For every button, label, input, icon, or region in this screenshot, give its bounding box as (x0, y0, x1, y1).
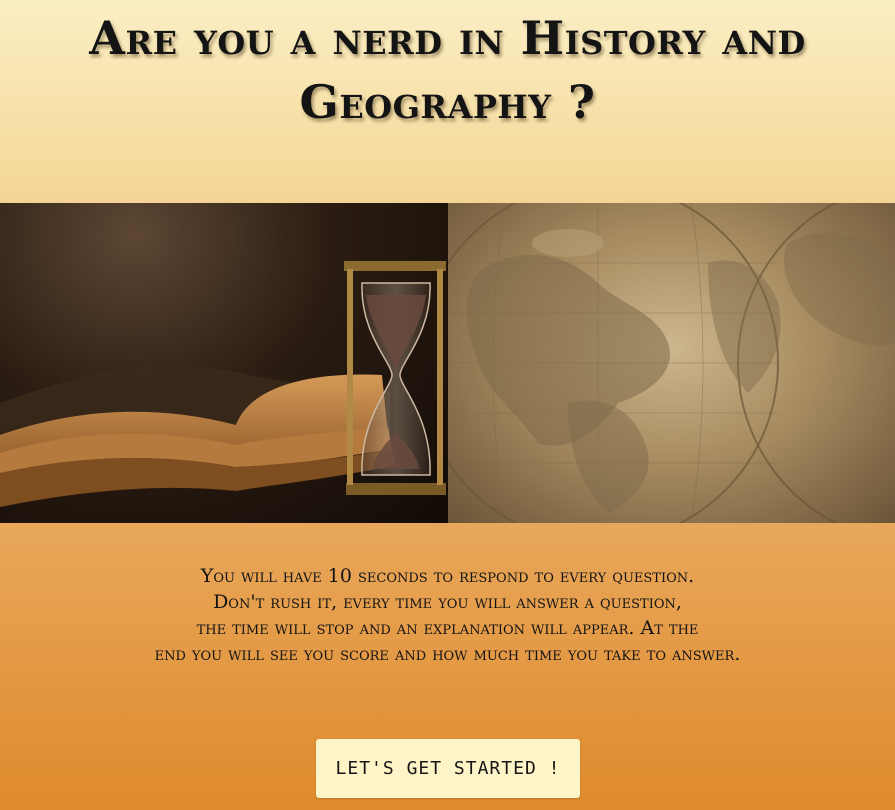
antique-world-map-image (448, 203, 895, 523)
book-and-hourglass-image (0, 203, 448, 523)
start-button[interactable]: LET'S GET STARTED ! (316, 739, 580, 798)
world-map-illustration (448, 203, 895, 523)
intro-line: You will have 10 seconds to respond to e… (200, 565, 695, 587)
intro-text: You will have 10 seconds to respond to e… (40, 563, 855, 667)
book-hourglass-illustration (0, 261, 446, 507)
intro-line: the time will stop and an explanation wi… (196, 617, 699, 639)
page-title: Are you a nerd in History and Geography … (89, 11, 806, 129)
hero-banner (0, 203, 895, 523)
intro-line: Don't rush it, every time you will answe… (213, 591, 682, 613)
intro-line: end you will see you score and how much … (154, 643, 741, 665)
